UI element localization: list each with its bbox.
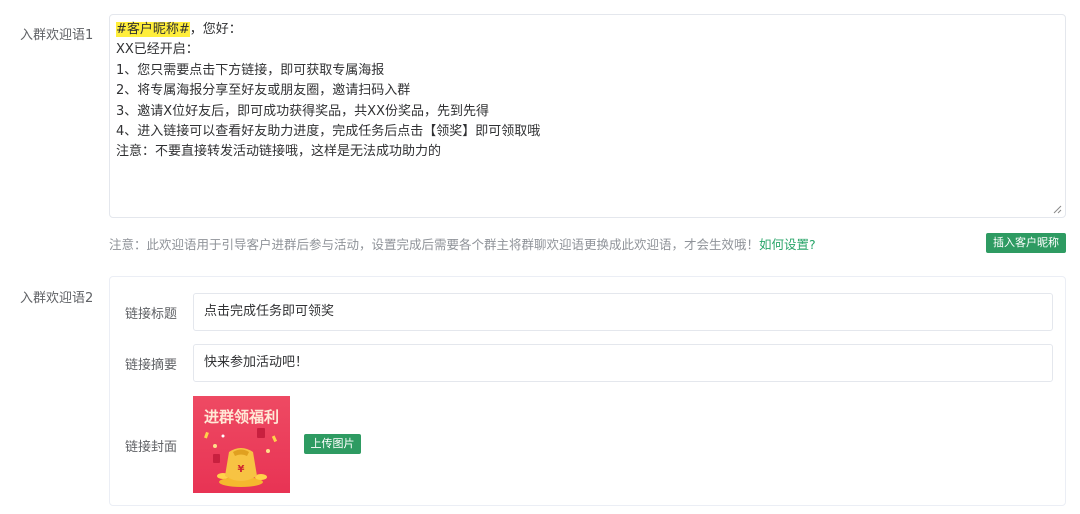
how-to-setup-link[interactable]: 如何设置?: [759, 237, 816, 252]
welcome2-label: 入群欢迎语2: [20, 291, 94, 306]
textarea-line: 1、您只需要点击下方链接，即可获取专属海报: [116, 62, 385, 78]
textarea-line: 注意：不要直接转发活动链接哦，这样是无法成功助力的: [116, 144, 442, 160]
textarea-line: XX已经开启：: [116, 42, 199, 58]
note-text: 注意：此欢迎语用于引导客户进群后参与活动，设置完成后需要各个群主将群聊欢迎语更换…: [109, 237, 760, 252]
link-summary-input[interactable]: 快来参加活动吧！: [193, 344, 1053, 382]
welcome1-note: 注意：此欢迎语用于引导客户进群后参与活动，设置完成后需要各个群主将群聊欢迎语更换…: [109, 234, 816, 253]
textarea-line: 4、进入链接可以查看好友助力进度，完成任务后点击【领奖】即可领取哦: [116, 124, 541, 140]
link-summary-label: 链接摘要: [125, 358, 178, 373]
textarea-line: 2、将专属海报分享至好友或朋友圈，邀请扫码入群: [116, 83, 411, 99]
greeting-text: ，您好：: [189, 22, 242, 37]
cover-image: 进群领福利 ¥: [193, 396, 290, 493]
welcome1-label: 入群欢迎语1: [20, 28, 94, 43]
textarea-line: #客户昵称#，您好：: [116, 20, 1059, 40]
link-card: 链接标题 点击完成任务即可领奖 链接摘要 快来参加活动吧！ 链接封面 进群领福利…: [109, 276, 1066, 506]
link-title-label: 链接标题: [125, 307, 178, 322]
resize-handle-icon[interactable]: [1053, 205, 1062, 214]
link-cover-label: 链接封面: [125, 440, 178, 455]
insert-nickname-button[interactable]: 插入客户昵称: [986, 233, 1066, 253]
link-title-input[interactable]: 点击完成任务即可领奖: [193, 293, 1053, 331]
svg-text:¥: ¥: [238, 464, 245, 475]
welcome1-textarea[interactable]: #客户昵称#，您好： XX已经开启： 1、您只需要点击下方链接，即可获取专属海报…: [109, 14, 1066, 218]
gift-bag-illustration-icon: ¥: [204, 428, 278, 487]
customer-nickname-tag: #客户昵称#: [116, 22, 190, 37]
upload-image-button[interactable]: 上传图片: [304, 434, 361, 454]
textarea-line: 3、邀请X位好友后，即可成功获得奖品，共XX份奖品，先到先得: [116, 103, 489, 119]
